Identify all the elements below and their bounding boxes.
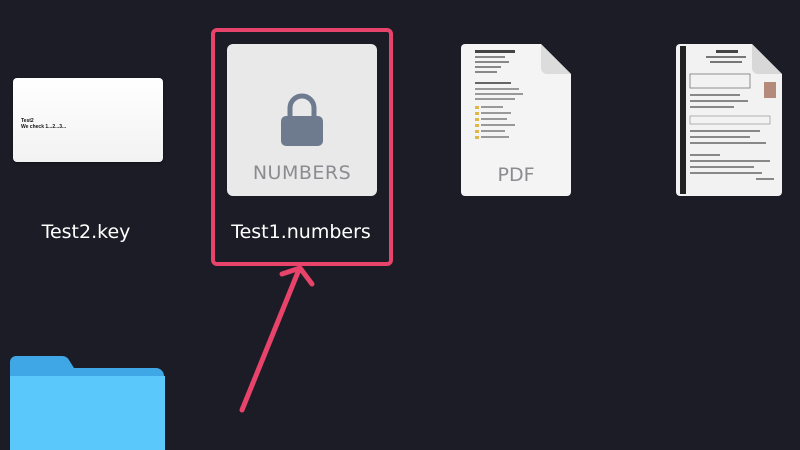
file-type-label: PDF (497, 164, 535, 186)
file-name: Test2.key (41, 221, 131, 243)
folder-icon[interactable] (10, 352, 165, 450)
selection-highlight (211, 28, 393, 266)
file-item-pdf-form[interactable] (676, 44, 782, 196)
files-grid: Test2 We check 1...2...3... Test2.key NU… (0, 0, 800, 450)
keynote-thumbnail[interactable]: Test2 We check 1...2...3... (13, 78, 163, 162)
pdf-document-icon (676, 44, 782, 196)
annotation-arrow-icon (239, 265, 315, 413)
file-item-test2-key[interactable]: Test2 We check 1...2...3... Test2.key (0, 0, 172, 260)
file-item-pdf[interactable]: PDF (461, 44, 571, 196)
thumbnail-subtitle: We check 1...2...3... (21, 124, 67, 130)
